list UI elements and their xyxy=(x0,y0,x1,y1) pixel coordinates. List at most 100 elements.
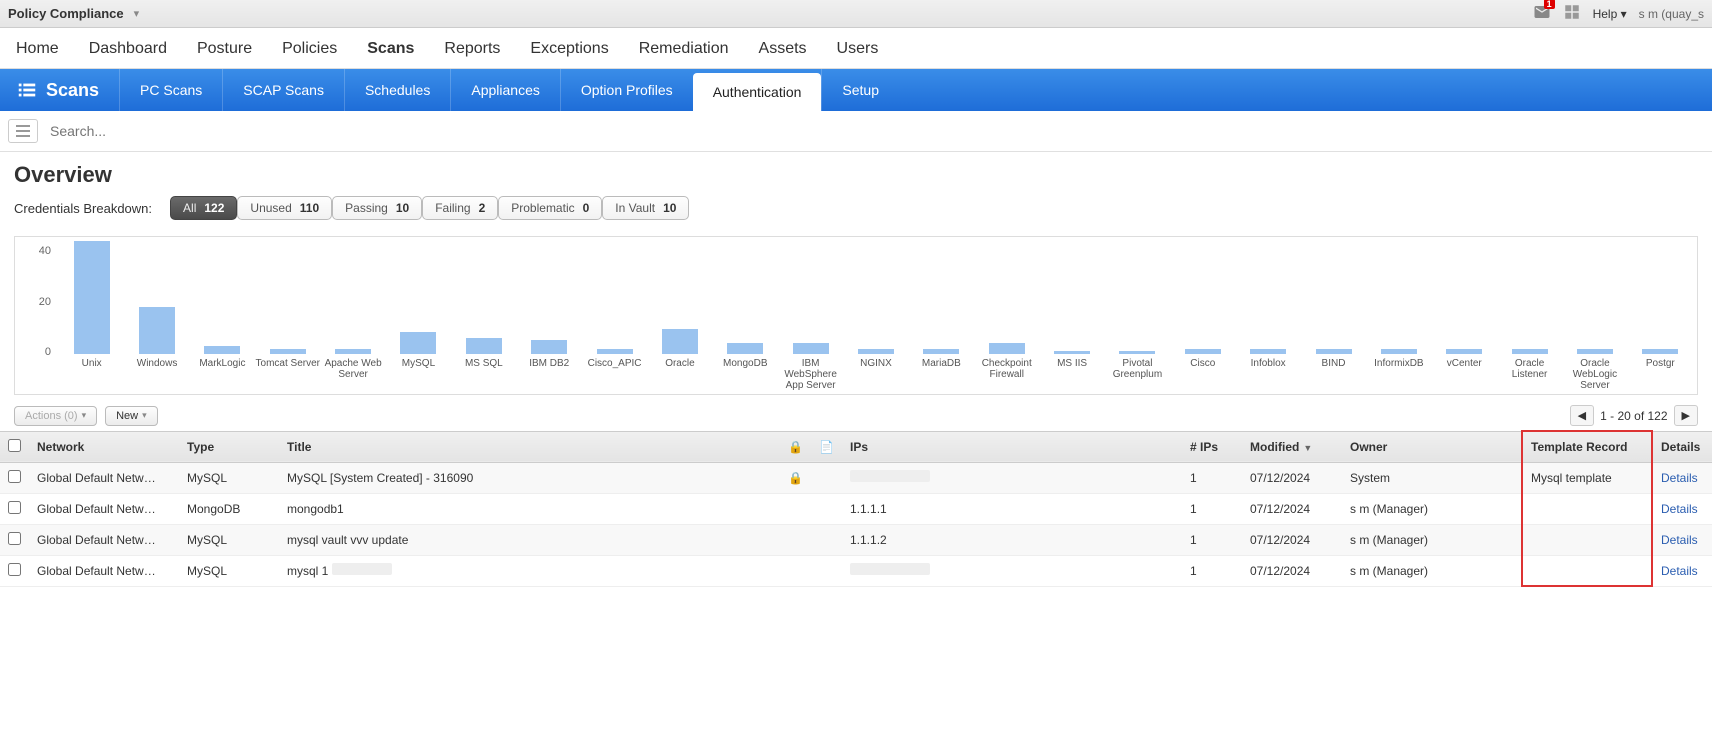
bar-informixdb[interactable]: InformixDB xyxy=(1366,349,1431,391)
bar-cisco-apic[interactable]: Cisco_APIC xyxy=(582,349,647,391)
nav-scans[interactable]: Scans xyxy=(367,40,414,58)
sub-nav-title: Scans xyxy=(0,69,115,111)
col-type[interactable]: Type xyxy=(179,431,279,462)
details-link[interactable]: Details xyxy=(1661,502,1698,516)
select-all-checkbox[interactable] xyxy=(8,439,21,452)
table-row[interactable]: Global Default Netw…MySQLMySQL [System C… xyxy=(0,462,1712,493)
credentials-breakdown-label: Credentials Breakdown: xyxy=(14,201,152,216)
nav-assets[interactable]: Assets xyxy=(759,40,807,58)
bar-mongodb[interactable]: MongoDB xyxy=(713,343,778,390)
bar-windows[interactable]: Windows xyxy=(124,307,189,390)
pill-failing[interactable]: Failing2 xyxy=(422,196,498,220)
doc-icon: 📄 xyxy=(819,440,834,454)
details-link[interactable]: Details xyxy=(1661,533,1698,547)
col-title[interactable]: Title xyxy=(279,431,780,462)
nav-posture[interactable]: Posture xyxy=(197,40,252,58)
bar-bind[interactable]: BIND xyxy=(1301,349,1366,391)
col-template-record[interactable]: Template Record xyxy=(1522,431,1652,462)
pill-problematic[interactable]: Problematic0 xyxy=(498,196,602,220)
main-nav: Home Dashboard Posture Policies Scans Reports… xyxy=(0,28,1712,69)
nav-reports[interactable]: Reports xyxy=(444,40,500,58)
pager-prev[interactable]: ◀ xyxy=(1570,405,1594,426)
pill-unused[interactable]: Unused110 xyxy=(237,196,332,220)
search-input[interactable] xyxy=(44,117,1704,145)
col-modified[interactable]: Modified▼ xyxy=(1242,431,1342,462)
lock-icon: 🔒 xyxy=(788,440,803,454)
row-checkbox[interactable] xyxy=(8,532,21,545)
col-details[interactable]: Details xyxy=(1652,431,1712,462)
windows-icon[interactable] xyxy=(1563,3,1581,24)
pager: ◀ 1 - 20 of 122 ▶ xyxy=(1570,405,1698,426)
tab-setup[interactable]: Setup xyxy=(821,69,899,111)
bar-oracle[interactable]: Oracle xyxy=(647,329,712,390)
actions-dropdown[interactable]: Actions (0)▾ xyxy=(14,406,97,426)
bar-postgr[interactable]: Postgr xyxy=(1628,349,1693,391)
module-dropdown-icon[interactable]: ▾ xyxy=(134,7,140,20)
table-row[interactable]: Global Default Netw…MySQLmysql vault vvv… xyxy=(0,524,1712,555)
nav-policies[interactable]: Policies xyxy=(282,40,337,58)
pill-in-vault[interactable]: In Vault10 xyxy=(602,196,689,220)
nav-users[interactable]: Users xyxy=(837,40,879,58)
bar-oracle-listener[interactable]: Oracle Listener xyxy=(1497,349,1562,391)
bar-ibm-db2[interactable]: IBM DB2 xyxy=(517,340,582,390)
module-name: Policy Compliance xyxy=(8,6,124,21)
bar-infoblox[interactable]: Infoblox xyxy=(1235,349,1300,391)
bar-checkpoint-firewall[interactable]: Checkpoint Firewall xyxy=(974,343,1039,390)
chart-container: 40200 UnixWindowsMarkLogicTomcat ServerA… xyxy=(14,236,1698,395)
tab-schedules[interactable]: Schedules xyxy=(344,69,450,111)
new-dropdown[interactable]: New▾ xyxy=(105,406,158,426)
nav-exceptions[interactable]: Exceptions xyxy=(530,40,608,58)
overview-title: Overview xyxy=(14,162,1698,188)
bar-unix[interactable]: Unix xyxy=(59,241,124,390)
bar-vcenter[interactable]: vCenter xyxy=(1432,349,1497,391)
col-icon-5[interactable]: 📄 xyxy=(811,431,842,462)
tab-scap-scans[interactable]: SCAP Scans xyxy=(222,69,344,111)
table-row[interactable]: Global Default Netw…MongoDBmongodb11.1.1… xyxy=(0,493,1712,524)
bar-apache-web-server[interactable]: Apache Web Server xyxy=(320,349,385,391)
bar-nginx[interactable]: NGINX xyxy=(843,349,908,391)
pill-all[interactable]: All122 xyxy=(170,196,237,220)
bar-ibm-websphere-app-server[interactable]: IBM WebSphere App Server xyxy=(778,343,843,390)
nav-dashboard[interactable]: Dashboard xyxy=(89,40,167,58)
bar-pivotal-greenplum[interactable]: Pivotal Greenplum xyxy=(1105,351,1170,390)
pager-next[interactable]: ▶ xyxy=(1674,405,1698,426)
bar-mysql[interactable]: MySQL xyxy=(386,332,451,390)
bar-cisco[interactable]: Cisco xyxy=(1170,349,1235,391)
bar-mariadb[interactable]: MariaDB xyxy=(909,349,974,391)
overview-section: Overview Credentials Breakdown: All122Un… xyxy=(0,152,1712,230)
table-row[interactable]: Global Default Netw…MySQLmysql 1 107/12/… xyxy=(0,555,1712,586)
pill-passing[interactable]: Passing10 xyxy=(332,196,422,220)
lock-icon: 🔒 xyxy=(788,471,803,485)
col-ips[interactable]: IPs xyxy=(842,431,1182,462)
col-icon-4[interactable]: 🔒 xyxy=(780,431,811,462)
row-checkbox[interactable] xyxy=(8,563,21,576)
details-link[interactable]: Details xyxy=(1661,471,1698,485)
bar-ms-sql[interactable]: MS SQL xyxy=(451,338,516,391)
user-info[interactable]: s m (quay_s xyxy=(1639,7,1704,21)
col--ips[interactable]: # IPs xyxy=(1182,431,1242,462)
col-icon-0[interactable] xyxy=(0,431,29,462)
tab-option-profiles[interactable]: Option Profiles xyxy=(560,69,693,111)
bar-marklogic[interactable]: MarkLogic xyxy=(190,346,255,390)
bar-ms-iis[interactable]: MS IIS xyxy=(1039,351,1104,390)
filter-icon[interactable] xyxy=(8,119,38,143)
notification-icon[interactable]: 1 xyxy=(1533,3,1551,24)
row-checkbox[interactable] xyxy=(8,470,21,483)
col-network[interactable]: Network xyxy=(29,431,179,462)
list-icon xyxy=(16,79,38,101)
nav-remediation[interactable]: Remediation xyxy=(639,40,729,58)
search-row xyxy=(0,111,1712,152)
tab-appliances[interactable]: Appliances xyxy=(450,69,560,111)
action-row: Actions (0)▾ New▾ ◀ 1 - 20 of 122 ▶ xyxy=(0,401,1712,430)
col-owner[interactable]: Owner xyxy=(1342,431,1522,462)
help-dropdown[interactable]: Help ▾ xyxy=(1593,7,1627,21)
details-link[interactable]: Details xyxy=(1661,564,1698,578)
row-checkbox[interactable] xyxy=(8,501,21,514)
pager-text: 1 - 20 of 122 xyxy=(1600,409,1667,423)
tab-authentication[interactable]: Authentication xyxy=(693,73,822,111)
nav-home[interactable]: Home xyxy=(16,40,59,58)
records-table: NetworkTypeTitle 🔒 📄 IPs# IPsModified▼Owner… xyxy=(0,430,1712,587)
bar-tomcat-server[interactable]: Tomcat Server xyxy=(255,349,320,391)
tab-pc-scans[interactable]: PC Scans xyxy=(119,69,222,111)
bar-oracle-weblogic-server[interactable]: Oracle WebLogic Server xyxy=(1562,349,1627,391)
